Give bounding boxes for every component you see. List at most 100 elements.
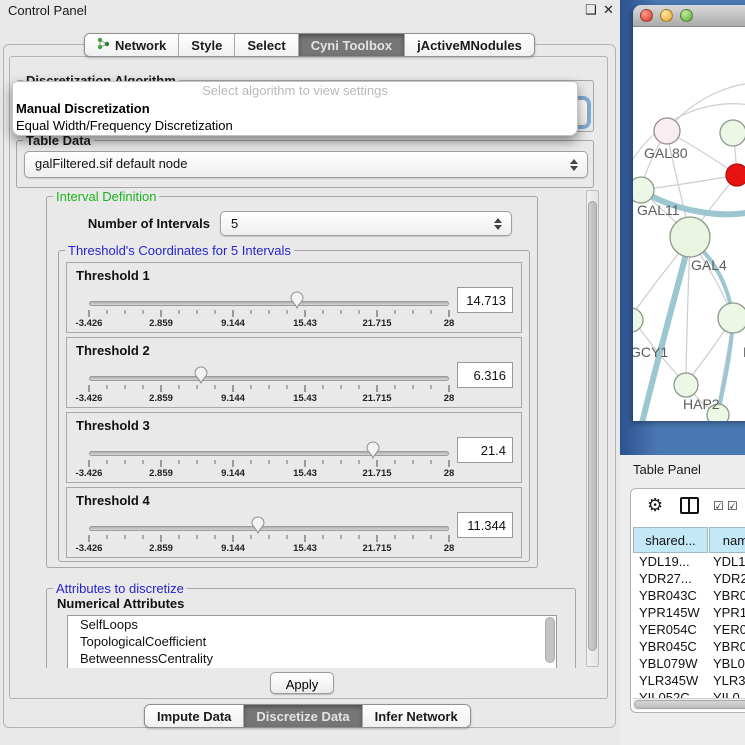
tick-mark bbox=[431, 310, 432, 314]
number-of-intervals-combo[interactable]: 5 bbox=[220, 211, 512, 236]
table-row[interactable]: YBR043CYBR0 bbox=[631, 587, 745, 604]
tab-infer-network-label: Infer Network bbox=[375, 709, 458, 724]
tick-label: 15.43 bbox=[293, 318, 317, 329]
tick-mark bbox=[431, 385, 432, 389]
tick-mark bbox=[341, 310, 342, 314]
scrollbar-thumb[interactable] bbox=[588, 201, 597, 651]
attributes-list-scrollbar[interactable] bbox=[545, 617, 555, 663]
tick-label: 2.859 bbox=[149, 318, 173, 329]
tab-jactivemnodules[interactable]: jActiveMNodules bbox=[405, 34, 534, 56]
columns-icon[interactable] bbox=[680, 497, 699, 514]
column-header-name[interactable]: name bbox=[709, 527, 745, 553]
popup-option-equal-width[interactable]: Equal Width/Frequency Discretization bbox=[13, 117, 577, 134]
network-view-window[interactable]: GAL80 G C GAL11 GAL4 GCY1 H HAP2 bbox=[633, 5, 745, 421]
tab-network-label: Network bbox=[115, 38, 166, 53]
cell-name[interactable]: YPR1 bbox=[713, 604, 745, 621]
cell-shared-name[interactable]: YDR27... bbox=[639, 570, 709, 587]
table-row[interactable]: YLR345WYLR3 bbox=[631, 672, 745, 689]
tick-mark bbox=[449, 535, 450, 542]
threshold-4-slider-thumb[interactable] bbox=[251, 516, 266, 534]
table-row[interactable]: YER054CYER0 bbox=[631, 621, 745, 638]
thresholds-group-title: Threshold's Coordinates for 5 Intervals bbox=[65, 243, 294, 258]
tick-mark bbox=[269, 460, 270, 464]
threshold-1-value-field[interactable]: 14.713 bbox=[457, 287, 513, 313]
tab-discretize-data[interactable]: Discretize Data bbox=[244, 705, 362, 727]
threshold-1-slider-thumb[interactable] bbox=[289, 291, 304, 309]
checkbox-icon[interactable]: ☑ bbox=[713, 499, 724, 513]
cell-shared-name[interactable]: YDL19... bbox=[639, 553, 709, 570]
table-data-combo[interactable]: galFiltered.sif default node bbox=[24, 151, 588, 178]
threshold-2-slider-thumb[interactable] bbox=[193, 366, 208, 384]
cell-name[interactable]: YLR3 bbox=[713, 672, 745, 689]
tab-impute-data[interactable]: Impute Data bbox=[145, 705, 244, 727]
numerical-attributes-list[interactable]: SelfLoopsTopologicalCoefficientBetweenne… bbox=[67, 615, 557, 668]
network-canvas[interactable]: GAL80 G C GAL11 GAL4 GCY1 H HAP2 bbox=[633, 27, 745, 421]
threshold-1-slider-track[interactable] bbox=[89, 301, 449, 306]
checkbox-icon[interactable]: ☑ bbox=[727, 499, 738, 513]
cell-shared-name[interactable]: YPR145W bbox=[639, 604, 709, 621]
apply-button[interactable]: Apply bbox=[270, 672, 334, 694]
threshold-3-slider-track[interactable] bbox=[89, 451, 449, 456]
threshold-2-slider-track[interactable] bbox=[89, 376, 449, 381]
cell-shared-name[interactable]: YER054C bbox=[639, 621, 709, 638]
threshold-4-slider-track[interactable] bbox=[89, 526, 449, 531]
table-row[interactable]: YDL19...YDL1 bbox=[631, 553, 745, 570]
cell-name[interactable]: YBR0 bbox=[713, 587, 745, 604]
scrollbar-thumb[interactable] bbox=[634, 700, 745, 709]
tick-mark bbox=[143, 385, 144, 389]
number-of-intervals-value: 5 bbox=[231, 216, 238, 231]
tab-cyni-toolbox[interactable]: Cyni Toolbox bbox=[299, 34, 405, 56]
popup-option-manual-discretization[interactable]: Manual Discretization bbox=[13, 100, 577, 117]
mac-close-button[interactable] bbox=[640, 9, 653, 22]
tick-mark bbox=[413, 535, 414, 539]
combo-stepper-icon bbox=[570, 159, 578, 171]
attribute-list-item[interactable]: BetweennessCentrality bbox=[68, 650, 556, 667]
attribute-list-item[interactable]: SelfLoops bbox=[68, 616, 556, 633]
tab-network[interactable]: Network bbox=[85, 34, 179, 56]
attribute-list-item[interactable]: TopologicalCoefficient bbox=[68, 633, 556, 650]
table-row[interactable]: YBL079WYBL0 bbox=[631, 655, 745, 672]
cell-name[interactable]: YER0 bbox=[713, 621, 745, 638]
tick-mark bbox=[233, 310, 234, 317]
settings-scroll-area: Interval Definition Number of Intervals … bbox=[15, 189, 585, 668]
cell-name[interactable]: YDR2 bbox=[713, 570, 745, 587]
table-horizontal-scrollbar[interactable] bbox=[633, 698, 745, 710]
tick-mark bbox=[341, 460, 342, 464]
mac-minimize-button[interactable] bbox=[660, 9, 673, 22]
tick-mark bbox=[161, 310, 162, 317]
table-row[interactable]: YBR045CYBR0 bbox=[631, 638, 745, 655]
threshold-2-value-field[interactable]: 6.316 bbox=[457, 362, 513, 388]
settings-vertical-scrollbar[interactable] bbox=[586, 190, 599, 667]
cell-shared-name[interactable]: YLR345W bbox=[639, 672, 709, 689]
threshold-3-scale: -3.4262.8599.14415.4321.71528 bbox=[89, 460, 449, 482]
table-row[interactable]: YDR27...YDR2 bbox=[631, 570, 745, 587]
threshold-4-value-field[interactable]: 11.344 bbox=[457, 512, 513, 538]
tick-mark bbox=[197, 535, 198, 539]
threshold-3-label: Threshold 3 bbox=[76, 418, 150, 433]
popup-placeholder-item[interactable]: Select algorithm to view settings bbox=[13, 82, 577, 100]
cell-name[interactable]: YDL1 bbox=[713, 553, 745, 570]
gear-icon[interactable]: ⚙ bbox=[647, 495, 663, 516]
cell-shared-name[interactable]: YBL079W bbox=[639, 655, 709, 672]
float-window-icon[interactable]: ❑ bbox=[585, 2, 597, 18]
threshold-3-slider-thumb[interactable] bbox=[366, 441, 381, 459]
tab-infer-network[interactable]: Infer Network bbox=[363, 705, 470, 727]
tab-style[interactable]: Style bbox=[179, 34, 235, 56]
tick-mark bbox=[287, 460, 288, 464]
mac-zoom-button[interactable] bbox=[680, 9, 693, 22]
column-header-shared-name[interactable]: shared... bbox=[633, 527, 708, 553]
threshold-3-value-field[interactable]: 21.4 bbox=[457, 437, 513, 463]
threshold-1-scale: -3.4262.8599.14415.4321.71528 bbox=[89, 310, 449, 332]
cell-shared-name[interactable]: YBR043C bbox=[639, 587, 709, 604]
tick-mark bbox=[179, 535, 180, 539]
tick-mark bbox=[395, 385, 396, 389]
tick-mark bbox=[179, 385, 180, 389]
tab-select[interactable]: Select bbox=[235, 34, 298, 56]
node-label-gal80: GAL80 bbox=[644, 145, 688, 161]
close-icon[interactable]: ✕ bbox=[603, 2, 614, 18]
tick-mark bbox=[215, 460, 216, 464]
cell-shared-name[interactable]: YBR045C bbox=[639, 638, 709, 655]
table-row[interactable]: YPR145WYPR1 bbox=[631, 604, 745, 621]
cell-name[interactable]: YBR0 bbox=[713, 638, 745, 655]
cell-name[interactable]: YBL0 bbox=[713, 655, 745, 672]
